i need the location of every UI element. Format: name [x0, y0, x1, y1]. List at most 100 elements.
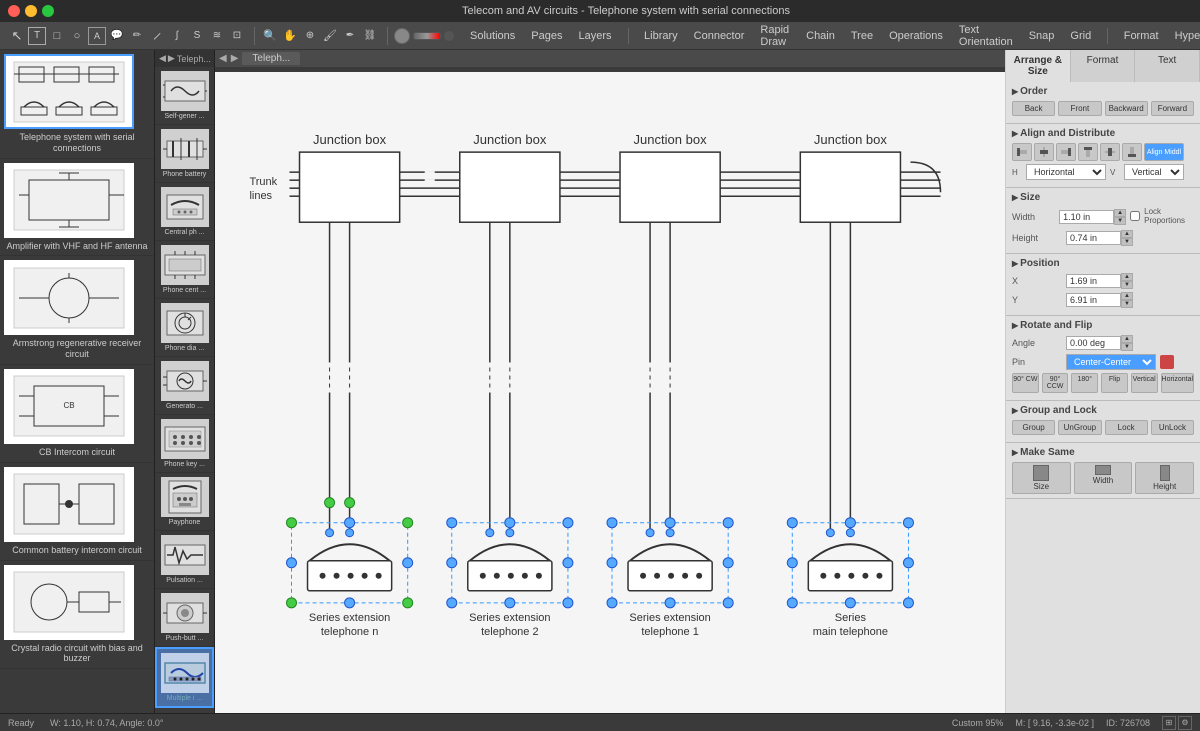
text-box-tool[interactable]: A: [88, 27, 106, 45]
text-orientation-nav[interactable]: Text Orientation: [959, 24, 1013, 48]
ungroup-btn[interactable]: UnGroup: [1058, 420, 1101, 435]
connect-tool[interactable]: ⊕: [301, 27, 319, 45]
width-input[interactable]: [1059, 210, 1114, 224]
thumbnail-4[interactable]: CB CB Intercom circuit: [0, 365, 154, 463]
format-nav[interactable]: Format: [1124, 30, 1159, 42]
flip-horizontal[interactable]: Horizontal: [1161, 373, 1195, 393]
bezier-tool[interactable]: S: [188, 27, 206, 45]
make-same-size[interactable]: Size: [1012, 462, 1071, 494]
y-up[interactable]: ▲: [1121, 292, 1133, 300]
rect-tool[interactable]: □: [48, 27, 66, 45]
line-tool[interactable]: ─: [144, 23, 169, 48]
width-up[interactable]: ▲: [1114, 209, 1126, 217]
v-distribute-select[interactable]: Vertical: [1124, 164, 1184, 180]
stroke-color[interactable]: [394, 28, 410, 44]
comp-multiple[interactable]: Multiple i ...: [155, 647, 214, 708]
h-distribute-select[interactable]: Horizontal: [1026, 164, 1106, 180]
rotate-collapse-icon[interactable]: ▶: [1012, 321, 1018, 330]
pointer-tool[interactable]: ↖: [8, 27, 26, 45]
pencil-tool[interactable]: ✒: [341, 27, 359, 45]
hand-tool[interactable]: ✋: [281, 27, 299, 45]
angle-down[interactable]: ▼: [1121, 343, 1133, 351]
settings-icon[interactable]: ⚙: [1178, 716, 1192, 730]
comp-payphone[interactable]: Payphone: [155, 473, 214, 531]
window-controls[interactable]: [8, 5, 54, 17]
rotate-180[interactable]: 180°: [1071, 373, 1098, 393]
pos-collapse-icon[interactable]: ▶: [1012, 259, 1018, 268]
comp-generator[interactable]: Generato ...: [155, 357, 214, 415]
ms-collapse-icon[interactable]: ▶: [1012, 448, 1018, 457]
back-nav[interactable]: ◀: [219, 53, 227, 64]
forward-arrow[interactable]: ▶: [168, 53, 175, 64]
crop-tool[interactable]: ⊡: [228, 27, 246, 45]
tab-arrange-size[interactable]: Arrange & Size: [1006, 50, 1071, 82]
grid-nav[interactable]: Grid: [1070, 30, 1091, 42]
lock-proportions-checkbox[interactable]: [1130, 211, 1140, 221]
align-right[interactable]: [1056, 143, 1076, 161]
hypernote-nav[interactable]: Hypernote: [1175, 30, 1200, 42]
zoom-level[interactable]: Custom 95%: [952, 718, 1004, 728]
tree-nav[interactable]: Tree: [851, 30, 873, 42]
back-arrow[interactable]: ◀: [159, 53, 166, 64]
rotate-90cw[interactable]: 90° CW: [1012, 373, 1039, 393]
solutions-nav[interactable]: Solutions: [470, 30, 515, 42]
size-collapse-icon[interactable]: ▶: [1012, 193, 1018, 202]
back-button[interactable]: Back: [1012, 101, 1055, 116]
front-button[interactable]: Front: [1058, 101, 1101, 116]
align-left[interactable]: [1012, 143, 1032, 161]
forward-nav[interactable]: ▶: [231, 53, 239, 64]
forward-button[interactable]: Forward: [1151, 101, 1194, 116]
comp-phone-key[interactable]: Phone key ...: [155, 415, 214, 473]
circle-tool[interactable]: ○: [68, 27, 86, 45]
thumbnail-2[interactable]: Amplifier with VHF and HF antenna: [0, 159, 154, 257]
flip-vertical[interactable]: Vertical: [1131, 373, 1158, 393]
lock-btn[interactable]: Lock: [1105, 420, 1148, 435]
align-center[interactable]: [1034, 143, 1054, 161]
callout-tool[interactable]: 💬: [108, 27, 126, 45]
paint-tool[interactable]: 🖌: [321, 27, 339, 45]
canvas-drawing[interactable]: Junction box Junction box Junction box J…: [215, 72, 1005, 713]
comp-self-generator[interactable]: Self-gener ...: [155, 67, 214, 125]
align-middle-active[interactable]: Align Middl: [1144, 143, 1184, 161]
pin-reset[interactable]: [1160, 355, 1174, 369]
thumbnail-1[interactable]: Telephone system with serial connections: [0, 50, 154, 159]
angle-up[interactable]: ▲: [1121, 335, 1133, 343]
group-collapse-icon[interactable]: ▶: [1012, 406, 1018, 415]
x-up[interactable]: ▲: [1121, 273, 1133, 281]
collapse-icon[interactable]: ▶: [1012, 87, 1018, 96]
chain-nav[interactable]: Chain: [806, 30, 835, 42]
tab-format[interactable]: Format: [1071, 50, 1136, 82]
close-button[interactable]: [8, 5, 20, 17]
pin-select[interactable]: Center-Center: [1066, 354, 1156, 370]
align-top[interactable]: [1078, 143, 1098, 161]
minimize-button[interactable]: [25, 5, 37, 17]
align-bottom[interactable]: [1122, 143, 1142, 161]
comp-pulsation[interactable]: Pulsation ...: [155, 531, 214, 589]
comp-central-phone[interactable]: Central ph ...: [155, 183, 214, 241]
width-down[interactable]: ▼: [1114, 217, 1126, 225]
canvas-tab-label[interactable]: Teleph...: [242, 52, 300, 65]
comp-phone-battery[interactable]: Phone battery: [155, 125, 214, 183]
rotate-90ccw[interactable]: 90° CCW: [1042, 373, 1069, 393]
snap-nav[interactable]: Snap: [1029, 30, 1055, 42]
link-tool[interactable]: ⛓: [361, 27, 379, 45]
expand-icon[interactable]: ⊞: [1162, 716, 1176, 730]
curve-tool[interactable]: ∫: [168, 27, 186, 45]
unlock-btn[interactable]: UnLock: [1151, 420, 1194, 435]
connector-nav[interactable]: Connector: [694, 30, 745, 42]
height-down[interactable]: ▼: [1121, 238, 1133, 246]
make-same-height[interactable]: Height: [1135, 462, 1194, 494]
layers-nav[interactable]: Layers: [578, 30, 611, 42]
maximize-button[interactable]: [42, 5, 54, 17]
color-dot[interactable]: [444, 31, 454, 41]
backward-button[interactable]: Backward: [1105, 101, 1148, 116]
make-same-width[interactable]: Width: [1074, 462, 1133, 494]
thumbnail-3[interactable]: Armstrong regenerative receiver circuit: [0, 256, 154, 365]
comp-phone-cent[interactable]: Phone cent ...: [155, 241, 214, 299]
comp-push-button[interactable]: Push-butt ...: [155, 589, 214, 647]
thumbnail-6[interactable]: Crystal radio circuit with bias and buzz…: [0, 561, 154, 670]
library-nav[interactable]: Library: [644, 30, 678, 42]
x-down[interactable]: ▼: [1121, 281, 1133, 289]
y-down[interactable]: ▼: [1121, 300, 1133, 308]
freehand-tool[interactable]: ≋: [208, 27, 226, 45]
